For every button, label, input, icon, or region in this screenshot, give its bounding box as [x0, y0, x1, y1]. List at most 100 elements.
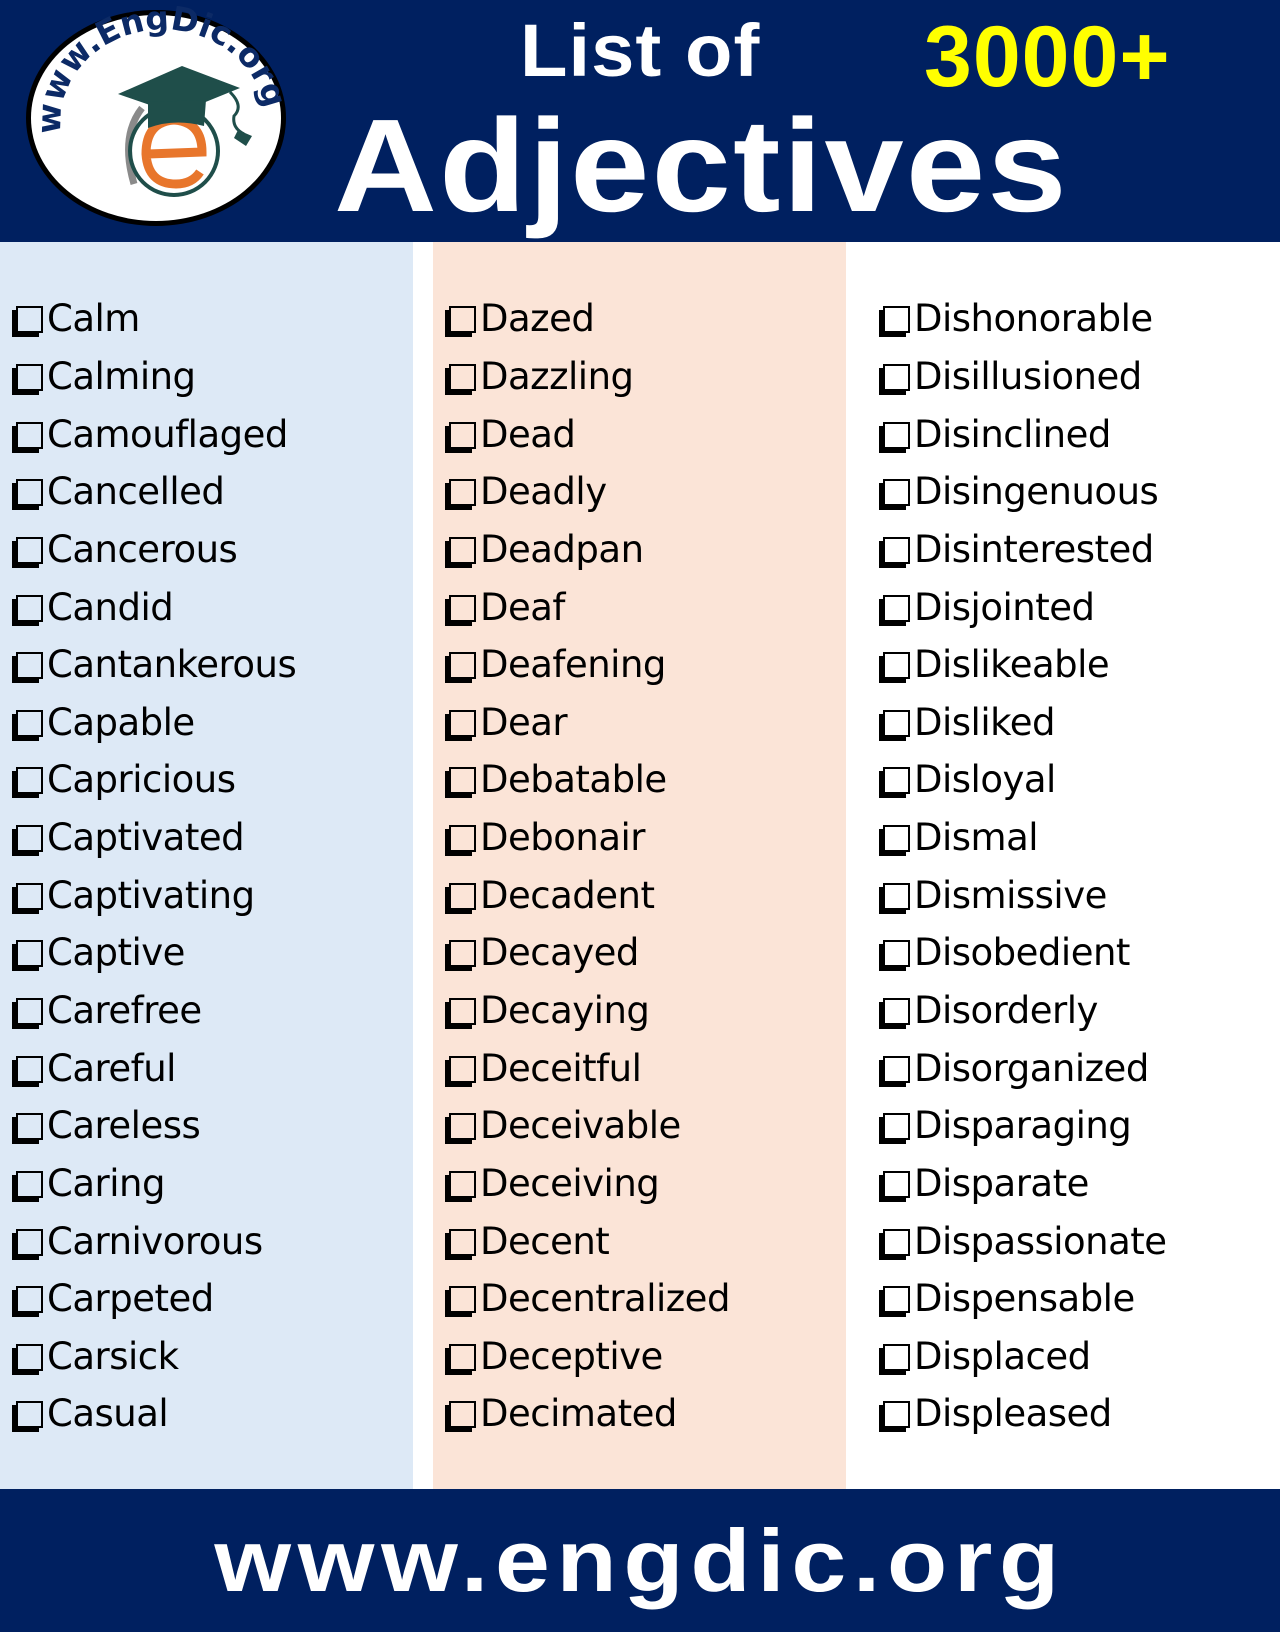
checkbox-icon[interactable]	[16, 1228, 43, 1256]
checkbox-icon[interactable]	[449, 536, 476, 564]
checkbox-icon[interactable]	[449, 882, 476, 910]
checkbox-icon[interactable]	[883, 1401, 910, 1429]
checkbox-icon[interactable]	[449, 1055, 476, 1083]
checkbox-icon[interactable]	[449, 363, 476, 391]
checkbox-icon[interactable]	[883, 882, 910, 910]
word-item: Camouflaged	[12, 405, 296, 463]
word-label: Carefree	[47, 989, 202, 1032]
checkbox-icon[interactable]	[449, 1401, 476, 1429]
checkbox-icon[interactable]	[449, 594, 476, 622]
checkbox-icon[interactable]	[16, 479, 43, 507]
checkbox-icon[interactable]	[883, 363, 910, 391]
checkbox-icon[interactable]	[449, 421, 476, 449]
word-item: Disobedient	[879, 924, 1167, 982]
word-label: Dishonorable	[914, 297, 1153, 341]
checkbox-icon[interactable]	[16, 652, 43, 680]
word-item: Debonair	[445, 809, 730, 867]
checkbox-icon[interactable]	[16, 1170, 43, 1198]
checkbox-icon[interactable]	[883, 421, 910, 449]
checkbox-icon[interactable]	[449, 1170, 476, 1198]
checkbox-icon[interactable]	[883, 1055, 910, 1083]
word-item: Disloyal	[879, 751, 1167, 809]
checkbox-icon[interactable]	[883, 998, 910, 1025]
word-label: Calm	[47, 297, 140, 341]
checkbox-icon[interactable]	[883, 1170, 910, 1198]
count-badge: 3000+	[924, 9, 1171, 105]
checkbox-icon[interactable]	[883, 1286, 910, 1314]
checkbox-icon[interactable]	[16, 940, 43, 968]
word-label: Dispensable	[914, 1277, 1135, 1321]
word-item: Casual	[12, 1385, 296, 1443]
checkbox-icon[interactable]	[16, 882, 43, 910]
checkbox-icon[interactable]	[449, 1113, 476, 1141]
word-item: Captivating	[12, 866, 296, 924]
word-item: Dislikeable	[879, 636, 1167, 694]
checkbox-icon[interactable]	[16, 363, 43, 391]
word-label: Disinclined	[914, 412, 1111, 456]
checkbox-icon[interactable]	[449, 1286, 476, 1314]
word-label: Decent	[480, 1219, 610, 1263]
checkbox-icon[interactable]	[883, 652, 910, 680]
footer-website-link[interactable]: www.engdic.org	[214, 1516, 1066, 1605]
word-list: Dazed Dazzling Dead Deadly Deadpan Deaf Deafen…	[445, 290, 730, 1443]
word-item: Disinterested	[879, 521, 1167, 579]
checkbox-icon[interactable]	[16, 1343, 43, 1371]
checkbox-icon[interactable]	[16, 767, 43, 795]
checkbox-icon[interactable]	[16, 1401, 43, 1429]
word-item: Dispassionate	[879, 1212, 1167, 1270]
word-item: Cancerous	[12, 521, 296, 579]
checkbox-icon[interactable]	[883, 536, 910, 564]
word-item: Decent	[445, 1212, 730, 1270]
checkbox-icon[interactable]	[883, 1343, 910, 1371]
word-item: Capricious	[12, 751, 296, 809]
checkbox-icon[interactable]	[883, 1228, 910, 1256]
checkbox-icon[interactable]	[883, 825, 910, 853]
checkbox-icon[interactable]	[449, 1343, 476, 1371]
checkbox-icon[interactable]	[883, 767, 910, 795]
checkbox-icon[interactable]	[449, 1228, 476, 1256]
word-label: Debonair	[480, 816, 646, 860]
checkbox-icon[interactable]	[16, 825, 43, 853]
word-label: Decentralized	[480, 1277, 730, 1321]
checkbox-icon[interactable]	[16, 709, 43, 737]
checkbox-icon[interactable]	[16, 306, 43, 334]
word-column-1: Calm Calming Camouflaged Cancelled Cancerous…	[0, 242, 413, 1489]
checkbox-icon[interactable]	[16, 1113, 43, 1141]
checkbox-icon[interactable]	[883, 594, 910, 622]
checkbox-icon[interactable]	[449, 709, 476, 737]
checkbox-icon[interactable]	[16, 536, 43, 564]
checkbox-icon[interactable]	[883, 479, 910, 507]
checkbox-icon[interactable]	[449, 767, 476, 795]
checkbox-icon[interactable]	[449, 825, 476, 853]
word-label: Deceitful	[480, 1046, 642, 1090]
checkbox-icon[interactable]	[883, 306, 910, 334]
checkbox-icon[interactable]	[16, 1286, 43, 1314]
checkbox-icon[interactable]	[449, 940, 476, 968]
word-label: Candid	[47, 585, 174, 629]
word-item: Debatable	[445, 751, 730, 809]
checkbox-icon[interactable]	[16, 594, 43, 622]
checkbox-icon[interactable]	[883, 709, 910, 737]
word-label: Captivating	[47, 873, 255, 917]
word-label: Caring	[47, 1161, 165, 1205]
checkbox-icon[interactable]	[883, 1113, 910, 1141]
checkbox-icon[interactable]	[16, 1055, 43, 1083]
checkbox-icon[interactable]	[16, 421, 43, 449]
checkbox-icon[interactable]	[449, 652, 476, 680]
checkbox-icon[interactable]	[449, 306, 476, 334]
word-item: Deaf	[445, 578, 730, 636]
word-item: Deadpan	[445, 521, 730, 579]
word-list: Dishonorable Disillusioned Disinclined Disi…	[879, 290, 1167, 1443]
header-banner: www.EngDic.org List of 3000+ Adjectives	[0, 0, 1280, 242]
checkbox-icon[interactable]	[16, 998, 43, 1025]
word-item: Captivated	[12, 809, 296, 867]
checkbox-icon[interactable]	[449, 479, 476, 507]
word-item: Dismissive	[879, 866, 1167, 924]
word-item: Deadly	[445, 463, 730, 521]
word-item: Cancelled	[12, 463, 296, 521]
word-label: Cancerous	[47, 527, 238, 571]
checkbox-icon[interactable]	[449, 998, 476, 1025]
word-label: Displeased	[914, 1392, 1112, 1436]
checkbox-icon[interactable]	[883, 940, 910, 968]
word-item: Decimated	[445, 1385, 730, 1443]
